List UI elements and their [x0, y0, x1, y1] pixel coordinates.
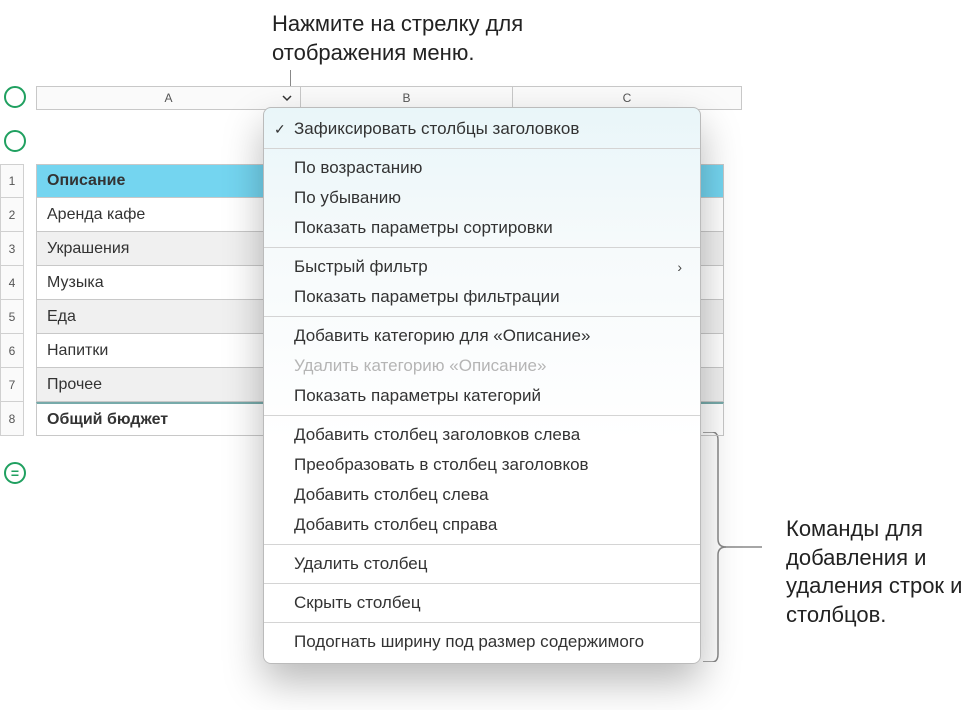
row-number[interactable]: 4 [0, 266, 24, 300]
row-number[interactable]: 6 [0, 334, 24, 368]
menu-add-column-left[interactable]: Добавить столбец слева [264, 480, 700, 510]
menu-item-label: Быстрый фильтр [294, 257, 428, 277]
menu-add-category[interactable]: Добавить категорию для «Описание» [264, 321, 700, 351]
row-number[interactable]: 8 [0, 402, 24, 436]
menu-remove-category: Удалить категорию «Описание» [264, 351, 700, 381]
menu-fit-width-to-content[interactable]: Подогнать ширину под размер содержимого [264, 627, 700, 657]
menu-separator [264, 316, 700, 317]
menu-separator [264, 583, 700, 584]
column-header-label: B [402, 91, 410, 105]
column-header-label: A [164, 91, 172, 105]
menu-sort-ascending[interactable]: По возрастанию [264, 153, 700, 183]
chevron-right-icon: › [677, 259, 682, 275]
row-number[interactable]: 5 [0, 300, 24, 334]
menu-separator [264, 622, 700, 623]
menu-delete-column[interactable]: Удалить столбец [264, 549, 700, 579]
menu-separator [264, 148, 700, 149]
menu-separator [264, 415, 700, 416]
table-handle[interactable] [4, 130, 26, 152]
select-all-handle[interactable] [4, 86, 26, 108]
column-header-a[interactable]: A [36, 87, 300, 109]
menu-add-column-right[interactable]: Добавить столбец справа [264, 510, 700, 540]
column-header-c[interactable]: C [512, 87, 742, 109]
row-number[interactable]: 1 [0, 164, 24, 198]
menu-quick-filter[interactable]: Быстрый фильтр › [264, 252, 700, 282]
menu-hide-column[interactable]: Скрыть столбец [264, 588, 700, 618]
table-cell: Прочее [37, 376, 112, 394]
menu-freeze-header-columns[interactable]: Зафиксировать столбцы заголовков [264, 114, 700, 144]
row-number-gutter: 1 2 3 4 5 6 7 8 [0, 164, 24, 436]
row-number[interactable]: 7 [0, 368, 24, 402]
column-header-label: C [623, 91, 632, 105]
annotation-top: Нажмите на стрелку для отображения меню. [272, 10, 632, 67]
column-context-menu: Зафиксировать столбцы заголовков По возр… [263, 107, 701, 664]
menu-show-filter-options[interactable]: Показать параметры фильтрации [264, 282, 700, 312]
add-row-handle[interactable]: = [4, 462, 26, 484]
row-number[interactable]: 2 [0, 198, 24, 232]
table-total-cell: Общий бюджет [37, 411, 178, 429]
table-cell: Напитки [37, 342, 118, 360]
menu-convert-to-header-column[interactable]: Преобразовать в столбец заголовков [264, 450, 700, 480]
add-row-icon: = [11, 466, 19, 480]
menu-separator [264, 544, 700, 545]
menu-show-category-options[interactable]: Показать параметры категорий [264, 381, 700, 411]
table-cell: Музыка [37, 274, 114, 292]
column-dropdown-arrow[interactable] [278, 89, 296, 107]
menu-show-sort-options[interactable]: Показать параметры сортировки [264, 213, 700, 243]
table-cell: Украшения [37, 240, 139, 258]
table-cell: Аренда кафе [37, 206, 155, 224]
menu-separator [264, 247, 700, 248]
table-header-cell: Описание [37, 172, 135, 190]
menu-sort-descending[interactable]: По убыванию [264, 183, 700, 213]
menu-add-header-column-left[interactable]: Добавить столбец заголовков слева [264, 420, 700, 450]
row-number[interactable]: 3 [0, 232, 24, 266]
table-cell: Еда [37, 308, 86, 326]
column-header-b[interactable]: B [300, 87, 512, 109]
